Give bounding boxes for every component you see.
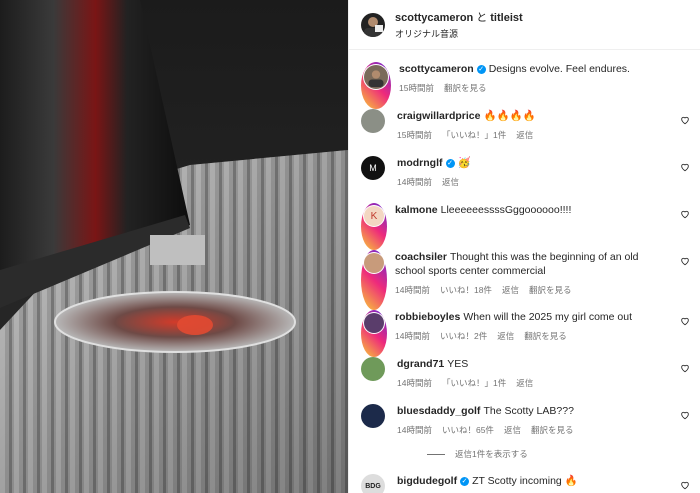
comment-text: The Scotty LAB??? xyxy=(483,405,574,417)
translate-link[interactable]: 翻訳を見る xyxy=(531,424,574,436)
comment-list: scottycameron ✓ Designs evolve. Feel endur… xyxy=(349,50,700,493)
comment-username[interactable]: craigwillardprice xyxy=(397,110,480,122)
caption-text: Designs evolve. Feel endures. xyxy=(488,63,630,75)
heart-icon[interactable] xyxy=(680,363,690,373)
author-avatar[interactable] xyxy=(361,12,385,37)
comment-avatar[interactable] xyxy=(361,357,385,381)
reply-button[interactable]: 返信 xyxy=(504,424,521,436)
heart-icon[interactable] xyxy=(680,162,690,172)
caption-row: scottycameron ✓ Designs evolve. Feel endur… xyxy=(361,62,690,109)
author-username[interactable]: scottycameron xyxy=(395,12,473,24)
comment-row: craigwillardprice 🔥🔥🔥🔥 15時間前 「いいね！」1件 返信 xyxy=(361,109,690,156)
comment-username[interactable]: coachsiler xyxy=(395,251,447,263)
reply-button[interactable]: 返信 xyxy=(497,330,514,342)
comment-likes[interactable]: いいね！2件 xyxy=(440,330,487,342)
comment-row: BDG bigdudegolf ✓ ZT Scotty incoming 🔥 xyxy=(361,474,690,493)
comment-username[interactable]: dgrand71 xyxy=(397,358,444,370)
comment-time[interactable]: 15時間前 xyxy=(397,129,432,141)
view-replies-button[interactable]: 返信1件を表示する xyxy=(427,448,690,460)
putter-lab-illustration xyxy=(0,0,348,493)
comment-row: coachsiler Thought this was the beginning… xyxy=(361,250,690,310)
comment-text: LleeeeeessssGggoooooo!!!! xyxy=(440,204,572,216)
comment-time[interactable]: 14時間前 xyxy=(395,330,430,342)
comment-username[interactable]: modrnglf xyxy=(397,157,443,169)
caption-time[interactable]: 15時間前 xyxy=(399,82,434,94)
comment-avatar[interactable]: BDG xyxy=(361,474,385,493)
comment-row: robbieboyles When will the 2025 my girl c… xyxy=(361,310,690,357)
post-header: scottycameron と titleist オリジナル音源 xyxy=(349,0,700,50)
heart-icon[interactable] xyxy=(680,410,690,420)
author-connector: と xyxy=(476,12,488,24)
comment-likes[interactable]: いいね！18件 xyxy=(440,284,492,296)
reply-button[interactable]: 返信 xyxy=(442,176,459,188)
comment-avatar[interactable]: K xyxy=(364,206,384,226)
comment-time[interactable]: 14時間前 xyxy=(397,424,432,436)
comment-text: 🥳 xyxy=(457,157,471,169)
comments-panel: scottycameron と titleist オリジナル音源 scottycam… xyxy=(348,0,700,493)
post-media-image[interactable] xyxy=(0,0,348,493)
reply-button[interactable]: 返信 xyxy=(516,129,533,141)
comment-text: YES xyxy=(447,358,469,370)
heart-icon[interactable] xyxy=(680,115,690,125)
comment-likes[interactable]: いいね！65件 xyxy=(442,424,494,436)
translate-link[interactable]: 翻訳を見る xyxy=(529,284,572,296)
verified-icon: ✓ xyxy=(460,477,470,486)
comment-likes[interactable]: 「いいね！」1件 xyxy=(442,129,506,141)
comment-text: ZT Scotty incoming 🔥 xyxy=(472,475,578,487)
comment-row: dgrand71 YES 14時間前 「いいね！」1件 返信 xyxy=(361,357,690,404)
comment-username[interactable]: kalmone xyxy=(395,204,438,216)
caption-translate[interactable]: 翻訳を見る xyxy=(444,82,487,94)
comment-username[interactable]: robbieboyles xyxy=(395,311,460,323)
caption-username[interactable]: scottycameron xyxy=(399,63,474,75)
reply-button[interactable]: 返信 xyxy=(516,377,533,389)
comment-time[interactable]: 14時間前 xyxy=(395,284,430,296)
heart-icon[interactable] xyxy=(680,209,690,219)
comment-row: M modrnglf ✓ 🥳 14時間前 返信 xyxy=(361,156,690,203)
comment-row: bluesdaddy_golf The Scotty LAB??? 14時間前 いい… xyxy=(361,404,690,442)
verified-icon: ✓ xyxy=(476,65,486,74)
heart-icon[interactable] xyxy=(680,316,690,326)
caption-avatar[interactable] xyxy=(364,65,388,89)
collaborator-username[interactable]: titleist xyxy=(490,12,522,24)
reply-button[interactable]: 返信 xyxy=(502,284,519,296)
verified-icon: ✓ xyxy=(445,159,455,168)
comment-username[interactable]: bigdudegolf xyxy=(397,475,457,487)
comment-row: K kalmone LleeeeeessssGggoooooo!!!! xyxy=(361,203,690,250)
comment-text: When will the 2025 my girl come out xyxy=(463,311,633,323)
comment-likes[interactable]: 「いいね！」1件 xyxy=(442,377,506,389)
comment-time[interactable]: 14時間前 xyxy=(397,176,432,188)
heart-icon[interactable] xyxy=(680,256,690,266)
comment-time[interactable]: 14時間前 xyxy=(397,377,432,389)
comment-avatar[interactable] xyxy=(361,109,385,133)
heart-icon[interactable] xyxy=(680,480,690,490)
comment-username[interactable]: bluesdaddy_golf xyxy=(397,405,480,417)
comment-avatar[interactable] xyxy=(361,404,385,428)
comment-avatar[interactable] xyxy=(364,313,384,333)
view-replies-label: 返信1件を表示する xyxy=(455,449,528,459)
translate-link[interactable]: 翻訳を見る xyxy=(524,330,567,342)
comment-text: 🔥🔥🔥🔥 xyxy=(483,110,536,122)
comment-avatar[interactable]: M xyxy=(361,156,385,180)
audio-label[interactable]: オリジナル音源 xyxy=(395,27,523,40)
comment-avatar[interactable] xyxy=(364,253,384,273)
divider-line xyxy=(427,453,445,455)
